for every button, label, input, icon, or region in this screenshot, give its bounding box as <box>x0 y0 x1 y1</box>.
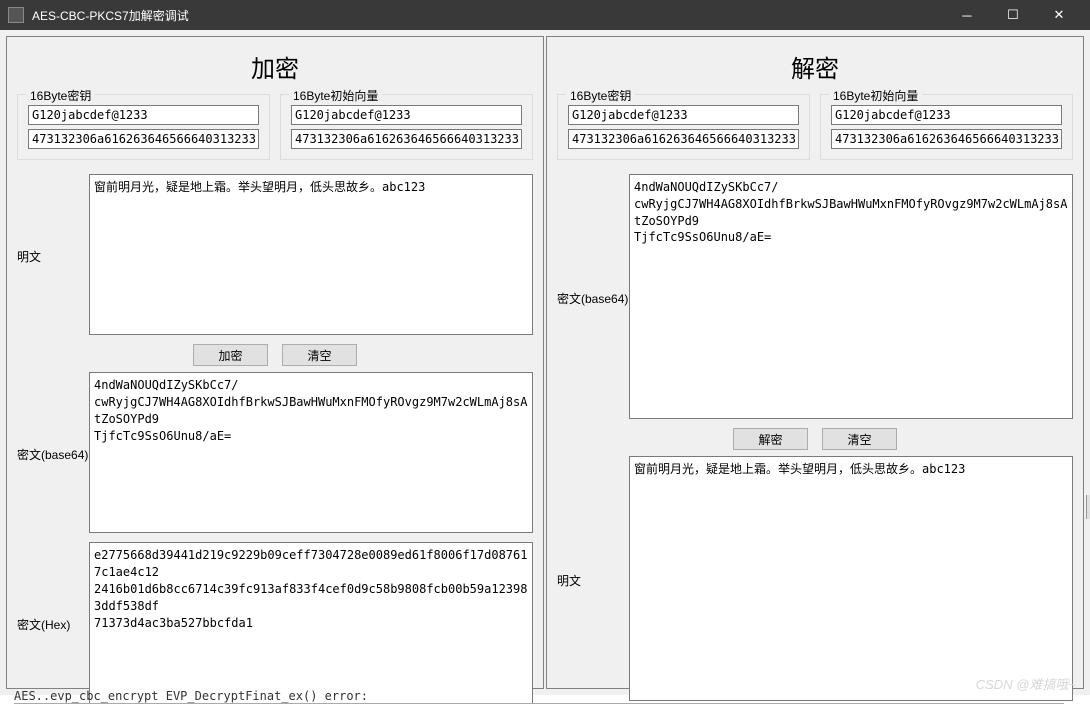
decrypt-plain-label: 明文 <box>557 572 629 589</box>
encrypt-iv-text[interactable] <box>291 105 522 125</box>
decrypt-key-text[interactable] <box>568 105 799 125</box>
decrypt-cipher-b64-input[interactable] <box>629 174 1073 419</box>
decrypt-iv-group: 16Byte初始向量 <box>820 94 1073 160</box>
encrypt-iv-legend: 16Byte初始向量 <box>289 87 382 104</box>
decrypt-key-row: 16Byte密钥 16Byte初始向量 <box>557 94 1073 160</box>
decrypt-iv-text[interactable] <box>831 105 1062 125</box>
encrypt-key-text[interactable] <box>28 105 259 125</box>
right-edge-strip <box>1086 495 1090 519</box>
decrypt-iv-legend: 16Byte初始向量 <box>829 87 922 104</box>
encrypt-cipher-b64-label: 密文(base64) <box>17 446 89 463</box>
encrypt-cipher-b64-output[interactable] <box>89 372 533 533</box>
decrypt-cipher-b64-row: 密文(base64) <box>557 174 1073 422</box>
encrypt-iv-group: 16Byte初始向量 <box>280 94 533 160</box>
encrypt-button[interactable]: 加密 <box>193 344 268 366</box>
decrypt-iv-hex[interactable] <box>831 129 1062 149</box>
close-button[interactable]: ✕ <box>1036 0 1082 30</box>
decrypt-plain-row: 明文 <box>557 456 1073 704</box>
maximize-button[interactable]: ☐ <box>990 0 1036 30</box>
encrypt-button-row: 加密 清空 <box>17 344 533 366</box>
encrypt-cipher-hex-row: 密文(Hex) <box>17 542 533 706</box>
encrypt-key-hex[interactable] <box>28 129 259 149</box>
watermark-text: CSDN @难搞哦~ <box>976 674 1076 693</box>
window-titlebar: AES-CBC-PKCS7加解密调试 ─ ☐ ✕ <box>0 0 1090 30</box>
encrypt-plain-input[interactable] <box>89 174 533 335</box>
encrypt-key-legend: 16Byte密钥 <box>26 87 95 104</box>
decrypt-key-group: 16Byte密钥 <box>557 94 810 160</box>
decrypt-button[interactable]: 解密 <box>733 428 808 450</box>
window-title: AES-CBC-PKCS7加解密调试 <box>32 7 944 24</box>
decrypt-key-hex[interactable] <box>568 129 799 149</box>
app-icon <box>8 7 24 23</box>
encrypt-pane: 加密 16Byte密钥 16Byte初始向量 明文 加密 清空 密文(base6… <box>6 36 544 689</box>
encrypt-iv-hex[interactable] <box>291 129 522 149</box>
encrypt-cipher-hex-label: 密文(Hex) <box>17 616 89 633</box>
encrypt-plain-label: 明文 <box>17 248 89 265</box>
minimize-button[interactable]: ─ <box>944 0 990 30</box>
encrypt-clear-button[interactable]: 清空 <box>282 344 357 366</box>
encrypt-cipher-hex-output[interactable] <box>89 542 533 703</box>
encrypt-key-row: 16Byte密钥 16Byte初始向量 <box>17 94 533 160</box>
main-content: 加密 16Byte密钥 16Byte初始向量 明文 加密 清空 密文(base6… <box>0 30 1090 695</box>
decrypt-key-legend: 16Byte密钥 <box>566 87 635 104</box>
bottom-error-text: AES..evp_cbc_encrypt EVP_DecryptFinat_ex… <box>14 689 1064 704</box>
encrypt-plain-row: 明文 <box>17 174 533 338</box>
decrypt-clear-button[interactable]: 清空 <box>822 428 897 450</box>
decrypt-cipher-b64-label: 密文(base64) <box>557 290 629 307</box>
encrypt-cipher-b64-row: 密文(base64) <box>17 372 533 536</box>
decrypt-pane: 解密 16Byte密钥 16Byte初始向量 密文(base64) 解密 清空 … <box>546 36 1084 689</box>
decrypt-plain-output[interactable] <box>629 456 1073 701</box>
decrypt-button-row: 解密 清空 <box>557 428 1073 450</box>
encrypt-key-group: 16Byte密钥 <box>17 94 270 160</box>
